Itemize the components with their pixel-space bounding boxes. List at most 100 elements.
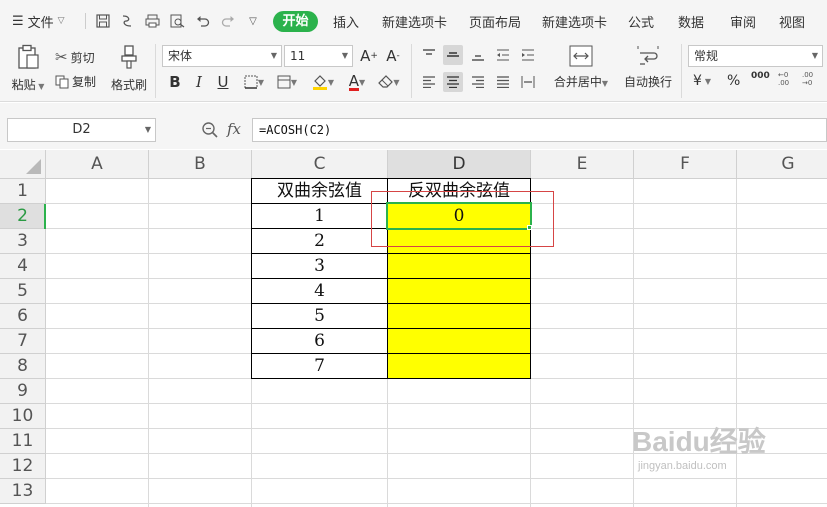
column-header-d[interactable]: D [388,150,531,179]
tab-view[interactable]: 视图 [779,12,805,31]
font-size-select[interactable]: 11 ▼ [284,45,353,67]
align-right-icon[interactable] [468,72,488,92]
decrease-decimal-button[interactable]: .00 →0 [801,69,819,87]
justify-icon[interactable] [493,72,513,92]
increase-indent-icon[interactable] [518,45,538,65]
select-all-button[interactable] [0,150,46,179]
decrease-font-icon[interactable]: A- [383,46,403,66]
row-header-8[interactable]: 8 [0,354,46,379]
align-bottom-icon[interactable] [468,45,488,65]
gridline [46,503,827,504]
align-top-icon[interactable] [419,45,439,65]
column-header-b[interactable]: B [149,150,252,179]
decrease-indent-icon[interactable] [493,45,513,65]
cell-c7[interactable]: 6 [252,329,387,354]
name-box[interactable]: D2 ▼ [7,118,156,142]
customize-toolbar-icon[interactable]: ▽ [244,11,262,31]
currency-icon: ¥ [693,73,702,89]
save-icon[interactable] [94,11,112,31]
row-header-4[interactable]: 4 [0,254,46,279]
row-header-7[interactable]: 7 [0,329,46,354]
wrap-text-button[interactable]: 自动换行 [620,45,676,90]
cell-style-icon[interactable]: ▼ [272,72,302,92]
column-header-g[interactable]: G [737,150,827,179]
cell-c1[interactable]: 双曲余弦值 [252,179,387,204]
annotation-box [371,191,554,247]
undo-icon[interactable] [194,11,212,31]
increase-decimal-button[interactable]: ←0.00 [777,69,795,87]
italic-icon[interactable]: I [189,72,209,92]
increase-font-icon[interactable]: A + [359,46,379,66]
cell-c3[interactable]: 2 [252,229,387,254]
column-header-e[interactable]: E [531,150,634,179]
row-header-10[interactable]: 10 [0,404,46,429]
number-format-select[interactable]: 常规 ▼ [688,45,823,67]
tab-data[interactable]: 数据 [678,12,704,31]
tab-formulas[interactable]: 公式 [628,12,654,31]
row-header-3[interactable]: 3 [0,229,46,254]
thousands-separator-button[interactable]: 000 [751,71,770,81]
tab-review[interactable]: 审阅 [730,12,756,31]
cell-d8[interactable] [388,354,530,379]
distributed-align-icon[interactable] [518,72,538,92]
file-menu[interactable]: ☰ 文件 ▽ [12,11,65,31]
font-name-select[interactable]: 宋体 ▼ [162,45,282,67]
tab-insert[interactable]: 插入 [333,12,359,31]
borders-icon[interactable]: ▼ [239,72,269,92]
cell-c2[interactable]: 1 [252,204,387,229]
row-header-6[interactable]: 6 [0,304,46,329]
svg-text:.00: .00 [802,71,813,79]
ribbon-separator [155,44,156,98]
align-center-icon[interactable] [443,72,463,92]
tab-home[interactable]: 开始 [273,11,318,32]
cell-c4[interactable]: 3 [252,254,387,279]
cell-d5[interactable] [388,279,530,304]
align-left-icon[interactable] [419,72,439,92]
format-painter-button[interactable]: 格式刷 [108,44,150,93]
cell-c6[interactable]: 5 [252,304,387,329]
tab-new-tab-2[interactable]: 新建选项卡 [542,12,607,31]
column-header-a[interactable]: A [46,150,149,179]
watermark-brand: Baidu经验 [632,426,766,457]
redo-icon[interactable] [219,11,237,31]
bold-icon[interactable]: B [165,72,185,92]
merge-center-button[interactable]: 合并居中▼ [550,45,612,90]
column-header-c[interactable]: C [252,150,388,179]
tab-page-layout[interactable]: 页面布局 [469,12,521,31]
wrap-text-icon [637,46,659,65]
cell-d6[interactable] [388,304,530,329]
row-header-2[interactable]: 2 [0,204,46,229]
cell-c5[interactable]: 4 [252,279,387,304]
row-header-12[interactable]: 12 [0,454,46,479]
paste-button[interactable]: 粘贴 ▼ [8,44,48,93]
print-icon[interactable] [143,11,161,31]
baidu-watermark: Baidu经验 jingyan.baidu.com [632,420,766,472]
zoom-icon[interactable] [201,121,219,139]
export-pdf-icon[interactable] [118,11,136,31]
align-middle-icon[interactable] [443,45,463,65]
copy-button[interactable]: 复制 [55,73,96,90]
underline-icon[interactable]: U [213,72,233,92]
clipboard-icon [18,44,39,69]
svg-text:.00: .00 [778,79,789,87]
tab-new-tab-1[interactable]: 新建选项卡 [382,12,447,31]
percent-button[interactable]: % [727,73,740,89]
cell-c8[interactable]: 7 [252,354,387,379]
row-header-5[interactable]: 5 [0,279,46,304]
row-header-9[interactable]: 9 [0,379,46,404]
currency-button[interactable]: ¥ ▼ [693,73,711,89]
font-color-icon[interactable]: A ▼ [342,72,372,92]
formula-input[interactable]: =ACOSH(C2) [252,118,827,142]
eraser-icon[interactable]: ▼ [374,72,404,92]
row-header-1[interactable]: 1 [0,179,46,204]
column-header-f[interactable]: F [634,150,737,179]
insert-function-button[interactable]: fx [227,120,241,138]
cut-button[interactable]: ✂ 剪切 [55,48,95,66]
row-header-13[interactable]: 13 [0,479,46,504]
cell-d7[interactable] [388,329,530,354]
row-header-11[interactable]: 11 [0,429,46,454]
brush-icon [121,45,137,69]
fill-color-icon[interactable]: ▼ [306,72,340,92]
print-preview-icon[interactable] [168,11,186,31]
cell-d4[interactable] [388,254,530,279]
